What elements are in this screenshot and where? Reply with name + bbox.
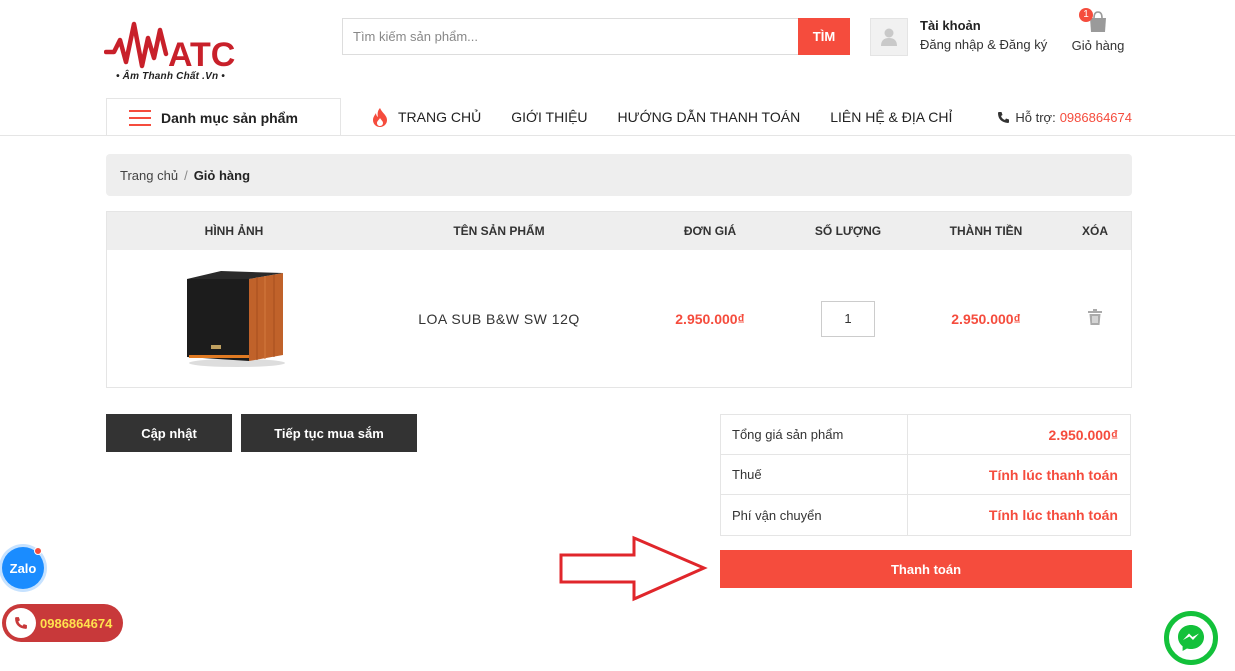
zalo-label: Zalo — [9, 560, 37, 576]
search-input[interactable] — [343, 19, 798, 54]
account-link[interactable]: Tài khoản Đăng nhập & Đăng ký — [870, 18, 1047, 56]
zalo-chat-button[interactable]: Zalo — [2, 547, 44, 589]
trash-icon[interactable] — [1088, 309, 1102, 325]
cart-link[interactable]: 1 Giỏ hàng — [1070, 8, 1126, 53]
login-register-link[interactable]: Đăng nhập & Đăng ký — [920, 36, 1047, 54]
search-bar: TÌM — [342, 18, 850, 55]
column-header-name: TÊN SẢN PHẨM — [453, 224, 545, 238]
site-header: ATC • Âm Thanh Chất .Vn • TÌM Tài khoản … — [0, 0, 1235, 98]
totals-value: 2.950.000₫ — [1048, 426, 1118, 443]
svg-text:ATC: ATC — [168, 36, 235, 74]
cart-table: HÌNH ẢNH TÊN SẢN PHẨM ĐƠN GIÁ SỐ LƯỢNG T… — [106, 211, 1132, 388]
fire-icon — [373, 107, 387, 127]
user-avatar-icon — [870, 18, 908, 56]
totals-label: Thuế — [721, 455, 908, 494]
quantity-cell — [783, 300, 913, 337]
search-button[interactable]: TÌM — [798, 18, 850, 55]
nav-item-payment-guide[interactable]: HƯỚNG DẪN THANH TOÁN — [618, 109, 801, 125]
cart-table-header: HÌNH ẢNH TÊN SẢN PHẨM ĐƠN GIÁ SỐ LƯỢNG T… — [107, 212, 1131, 250]
unit-price: 2.950.000₫ — [675, 310, 745, 327]
totals-label: Tổng giá sản phẩm — [721, 415, 908, 454]
column-header-quantity: SỐ LƯỢNG — [814, 224, 882, 238]
nav-menu: TRANG CHỦ GIỚI THIỆU HƯỚNG DẪN THANH TOÁ… — [372, 98, 982, 136]
account-text: Tài khoản Đăng nhập & Đăng ký — [920, 18, 1047, 56]
continue-shopping-button[interactable]: Tiếp tục mua sắm — [241, 414, 417, 452]
breadcrumb: Trang chủ / Giỏ hàng — [106, 154, 1132, 196]
logo-tagline: • Âm Thanh Chất .Vn • — [116, 71, 225, 82]
messenger-icon — [1178, 625, 1204, 651]
messenger-chat-button[interactable] — [1164, 611, 1218, 665]
categories-label: Danh mục sản phẩm — [161, 109, 298, 126]
product-image[interactable] — [179, 265, 289, 369]
totals-value: Tính lúc thanh toán — [988, 507, 1118, 523]
checkout-button[interactable]: Thanh toán — [720, 550, 1132, 588]
nav-item-about[interactable]: GIỚI THIỆU — [511, 109, 587, 125]
totals-value: Tính lúc thanh toán — [988, 466, 1118, 483]
shopping-bag-icon: 1 — [1079, 8, 1109, 34]
main-nav: Danh mục sản phẩm TRANG CHỦ GIỚI THIỆU H… — [0, 98, 1235, 136]
notification-dot — [34, 547, 42, 555]
column-header-subtotal: THÀNH TIỀN — [949, 224, 1023, 238]
delete-cell — [1059, 309, 1131, 328]
breadcrumb-home-link[interactable]: Trang chủ — [120, 168, 178, 183]
categories-menu-button[interactable]: Danh mục sản phẩm — [106, 98, 341, 136]
column-header-delete: XÓA — [1081, 224, 1108, 238]
cart-label: Giỏ hàng — [1071, 38, 1125, 53]
nav-item-label: TRANG CHỦ — [398, 109, 482, 125]
arrow-annotation-icon — [559, 535, 708, 602]
quantity-input[interactable] — [821, 300, 875, 337]
product-image-cell — [107, 265, 361, 372]
totals-row: Phí vận chuyển Tính lúc thanh toán — [721, 495, 1130, 535]
product-name-link[interactable]: LOA SUB B&W SW 12Q — [361, 311, 637, 327]
breadcrumb-separator: / — [184, 167, 188, 183]
totals-label: Phí vận chuyển — [721, 495, 908, 535]
phone-icon — [998, 111, 1010, 123]
phone-icon — [6, 608, 36, 638]
order-totals: Tổng giá sản phẩm 2.950.000₫ Thuế Tính l… — [720, 414, 1131, 536]
hamburger-icon — [129, 109, 151, 126]
column-header-image: HÌNH ẢNH — [204, 224, 264, 238]
totals-row: Thuế Tính lúc thanh toán — [721, 455, 1130, 495]
hotline-number: 0986864674 — [40, 615, 113, 631]
support-phone-link[interactable]: 0986864674 — [1060, 110, 1132, 125]
line-subtotal: 2.950.000₫ — [951, 310, 1021, 327]
account-title: Tài khoản — [920, 18, 981, 33]
update-cart-button[interactable]: Cập nhật — [106, 414, 232, 452]
column-header-unit-price: ĐƠN GIÁ — [683, 224, 737, 238]
table-row: LOA SUB B&W SW 12Q 2.950.000₫ 2.950.000₫ — [107, 250, 1131, 387]
nav-item-contact[interactable]: LIÊN HỆ & ĐỊA CHỈ — [830, 109, 952, 125]
totals-row: Tổng giá sản phẩm 2.950.000₫ — [721, 415, 1130, 455]
cart-count-badge: 1 — [1079, 8, 1093, 22]
nav-item-home[interactable]: TRANG CHỦ — [372, 107, 482, 127]
breadcrumb-current: Giỏ hàng — [193, 167, 251, 183]
support-hotline: Hỗ trợ: 0986864674 — [997, 98, 1132, 136]
hotline-call-button[interactable]: 0986864674 — [2, 604, 123, 642]
support-label: Hỗ trợ: — [1015, 109, 1056, 125]
